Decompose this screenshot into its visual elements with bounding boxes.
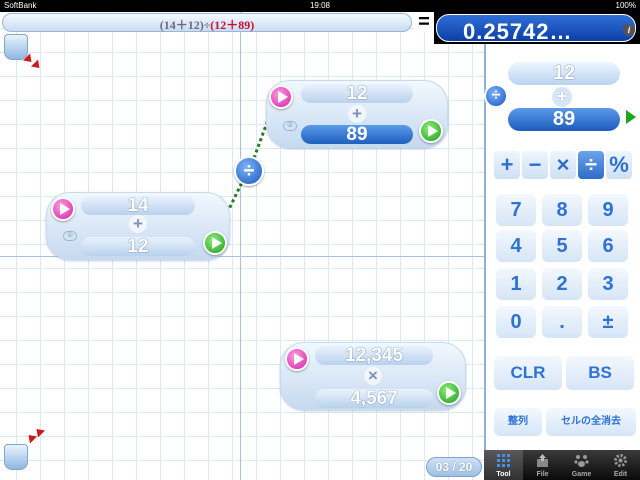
cell-index: ② [283, 121, 297, 131]
op-divide-button[interactable]: ÷ [578, 151, 604, 179]
op-percent-button[interactable]: % [606, 151, 632, 179]
op-plus-button[interactable]: + [494, 151, 520, 179]
op-multiply-button[interactable]: × [550, 151, 576, 179]
key-decimal[interactable]: . [542, 306, 582, 338]
play-green-icon[interactable] [203, 231, 227, 255]
clear-button[interactable]: CLR [494, 356, 562, 390]
cell-top-value[interactable]: 12 [301, 84, 413, 103]
preview-divide-icon[interactable]: ÷ [484, 84, 508, 108]
key-plus-minus[interactable]: ± [588, 306, 628, 338]
game-icon [574, 455, 589, 467]
key-6[interactable]: 6 [588, 230, 628, 262]
tab-file[interactable]: File [523, 450, 562, 480]
cell-operator[interactable]: + [348, 105, 366, 123]
preview-top-value[interactable]: 12 [508, 62, 620, 85]
tab-bar: Tool File Game Edit [484, 450, 640, 480]
cell-bottom-value[interactable]: 89 [301, 125, 413, 144]
tab-file-label: File [536, 471, 549, 478]
cell-top-value[interactable]: 14 [81, 196, 195, 215]
key-2[interactable]: 2 [542, 268, 582, 300]
cell-bottom-value[interactable]: 4,567 [315, 389, 433, 408]
gear-icon [614, 454, 627, 467]
key-5[interactable]: 5 [542, 230, 582, 262]
file-icon [537, 454, 548, 467]
tool-icon [497, 454, 510, 467]
play-pink-icon[interactable] [269, 85, 293, 109]
align-button[interactable]: 整列 [494, 408, 542, 436]
page-indicator[interactable]: 03 / 20 [426, 457, 482, 477]
preview-bottom-value[interactable]: 89 [508, 108, 620, 131]
play-green-icon[interactable] [419, 119, 443, 143]
calc-cell-2[interactable]: 12 + ② 89 [266, 80, 448, 148]
play-green-icon[interactable] [437, 381, 461, 405]
cell-bottom-value[interactable]: 12 [81, 237, 195, 256]
op-minus-button[interactable]: − [522, 151, 548, 179]
preview-arrow-icon [626, 110, 636, 124]
tab-tool[interactable]: Tool [484, 450, 523, 480]
key-4[interactable]: 4 [496, 230, 536, 262]
play-pink-icon[interactable] [285, 347, 309, 371]
tab-edit[interactable]: Edit [601, 450, 640, 480]
selected-cell-preview[interactable]: 12 + 89 ÷ [484, 58, 636, 140]
cell-operator[interactable]: × [364, 367, 382, 385]
cell-index: ① [63, 231, 77, 241]
tab-tool-label: Tool [496, 471, 511, 478]
tab-game-label: Game [571, 471, 592, 478]
cell-operator[interactable]: + [129, 215, 147, 233]
tab-game[interactable]: Game [562, 450, 601, 480]
key-9[interactable]: 9 [588, 194, 628, 226]
keypad-panel: 12 + 89 ÷ + − × ÷ % 7 8 9 4 5 6 1 2 3 0 … [484, 44, 640, 450]
backspace-button[interactable]: BS [566, 356, 634, 390]
play-pink-icon[interactable] [51, 197, 75, 221]
calc-cell-1[interactable]: 14 + ① 12 [46, 192, 230, 260]
cell-top-value[interactable]: 12,345 [315, 346, 433, 365]
tab-edit-label: Edit [613, 471, 628, 478]
key-3[interactable]: 3 [588, 268, 628, 300]
preview-operator[interactable]: + [552, 87, 572, 107]
key-7[interactable]: 7 [496, 194, 536, 226]
calc-cell-3[interactable]: 12,345 × 4,567 [280, 342, 466, 410]
divide-node-icon[interactable]: ÷ [234, 156, 264, 186]
key-1[interactable]: 1 [496, 268, 536, 300]
key-0[interactable]: 0 [496, 306, 536, 338]
key-8[interactable]: 8 [542, 194, 582, 226]
delete-all-cells-button[interactable]: セルの全消去 [546, 408, 636, 436]
